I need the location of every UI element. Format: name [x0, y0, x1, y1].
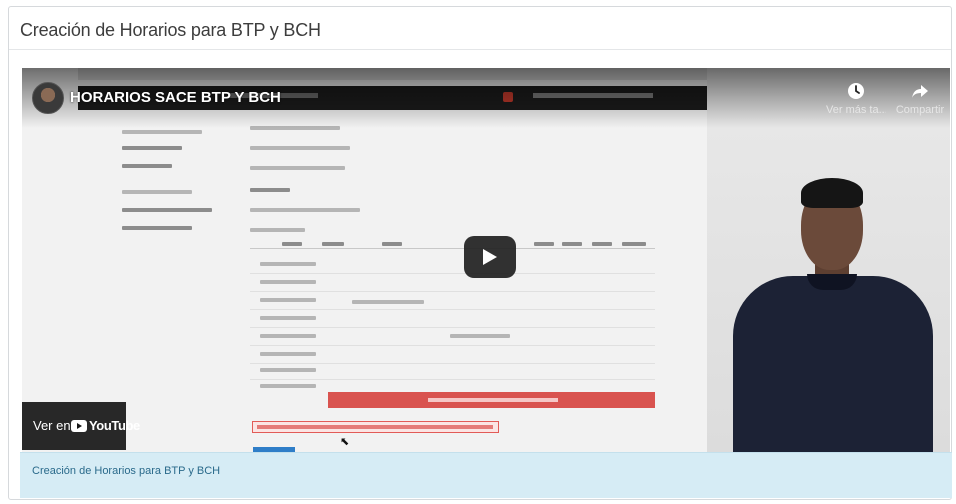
video-title-bar: HORARIOS SACE BTP Y BCH Ver más ta... Co… [22, 68, 950, 128]
watch-later-label: Ver más ta... [826, 104, 886, 116]
play-icon [483, 249, 497, 265]
clock-icon [848, 83, 864, 99]
youtube-label: YouTube [89, 418, 140, 433]
video-caption-bar: Creación de Horarios para BTP y BCH [20, 452, 952, 498]
share-button[interactable]: Compartir [890, 82, 950, 116]
panel-divider [9, 49, 951, 50]
watch-on-youtube-button[interactable]: Ver en YouTube [22, 402, 140, 450]
mouse-cursor-icon: ⬉ [340, 436, 350, 448]
video-red-note [252, 421, 499, 433]
video-caption: Creación de Horarios para BTP y BCH [32, 465, 221, 477]
share-icon [912, 85, 928, 98]
youtube-logo-icon [71, 420, 87, 432]
play-button[interactable] [464, 236, 516, 278]
video-title[interactable]: HORARIOS SACE BTP Y BCH [70, 89, 281, 106]
watch-on-label: Ver en [33, 418, 71, 433]
channel-avatar[interactable] [32, 82, 64, 114]
watch-later-button[interactable]: Ver más ta... [826, 82, 886, 116]
video-red-banner [328, 392, 655, 408]
panel-title: Creación de Horarios para BTP y BCH [20, 20, 321, 40]
video-player[interactable]: ⬉ HORARIOS SACE BTP Y BCH Ver más ta... … [22, 68, 950, 454]
share-label: Compartir [895, 104, 945, 116]
